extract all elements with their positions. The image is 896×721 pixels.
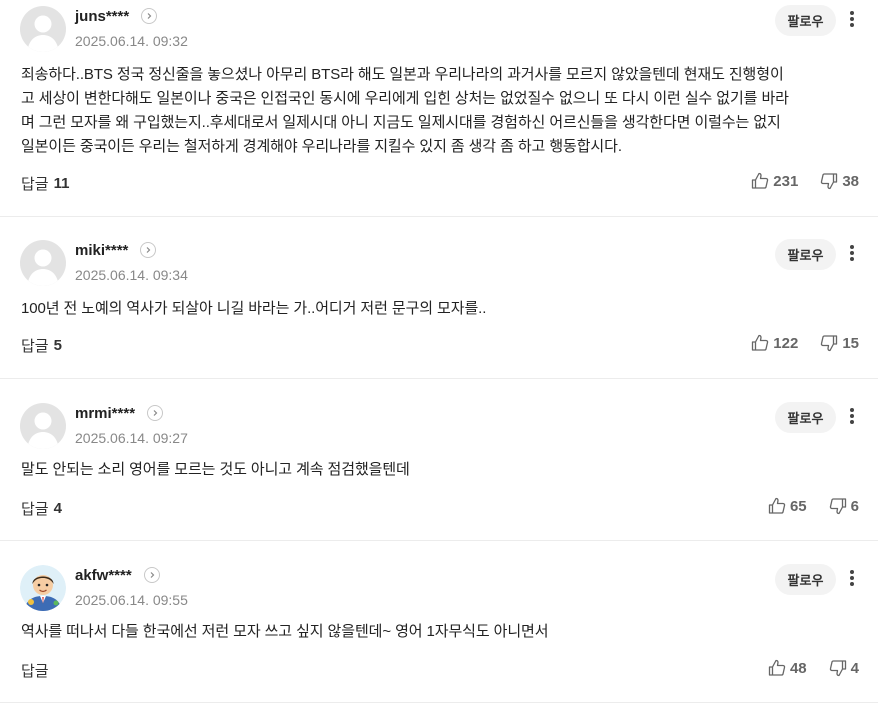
default-avatar-icon[interactable] xyxy=(20,240,66,286)
comment-item: miki**** 2025.06.14. 09:34 팔로우 100년 전 노예… xyxy=(0,234,878,379)
dislike-count: 15 xyxy=(842,334,859,352)
vote-group: 65 6 xyxy=(768,497,859,515)
chevron-right-icon[interactable] xyxy=(143,567,160,583)
thumbs-up-icon xyxy=(752,334,769,351)
like-count: 122 xyxy=(773,334,799,352)
comment-line: 일본이든 중국이든 우리는 철저하게 경계해야 우리나라를 지킬수 있지 좀 생… xyxy=(21,138,622,155)
dislike-count: 38 xyxy=(842,172,859,190)
thumbs-down-icon xyxy=(829,498,846,515)
author-row: mrmi**** xyxy=(75,403,164,423)
username[interactable]: miki**** xyxy=(75,242,128,259)
reply-button[interactable]: 답글 5 xyxy=(21,335,62,356)
dislike-button[interactable]: 6 xyxy=(829,497,859,515)
dislike-count: 4 xyxy=(850,659,859,677)
like-button[interactable]: 231 xyxy=(751,172,798,190)
comment-line: 며 그런 모자를 왜 구입했는지..후세대로서 일제시대 아니 지금도 일제시대… xyxy=(21,114,781,131)
thumbs-down-icon xyxy=(821,173,838,190)
reply-count: 5 xyxy=(53,337,62,354)
chevron-right-icon[interactable] xyxy=(141,8,158,24)
comment-date: 2025.06.14. 09:34 xyxy=(75,267,188,283)
comment-line: 죄송하다..BTS 정국 정신줄을 놓으셨나 아무리 BTS라 해도 일본과 우… xyxy=(21,66,784,83)
author-row: akfw**** xyxy=(75,565,160,585)
thumbs-up-icon xyxy=(768,497,786,514)
default-avatar-icon[interactable] xyxy=(20,6,66,52)
comment-line: 역사를 떠나서 다들 한국에선 저런 모자 쓰고 싶지 않을텐데~ 영어 1자무… xyxy=(21,623,549,640)
follow-button[interactable]: 팔로우 xyxy=(775,564,836,595)
like-button[interactable]: 48 xyxy=(768,659,807,677)
username[interactable]: mrmi**** xyxy=(75,405,135,422)
comment-line: 말도 안되는 소리 영어를 모르는 것도 아니고 계속 점검했을텐데 xyxy=(21,461,410,478)
more-vertical-icon[interactable] xyxy=(846,9,858,29)
comment-date: 2025.06.14. 09:27 xyxy=(75,430,188,446)
more-vertical-icon[interactable] xyxy=(846,406,858,426)
reply-button[interactable]: 답글 4 xyxy=(21,498,62,519)
comment-text: 100년 전 노예의 역사가 되살아 니길 바라는 가..어디거 저런 문구의 … xyxy=(21,297,841,321)
more-vertical-icon[interactable] xyxy=(846,243,858,263)
comment-text: 말도 안되는 소리 영어를 모르는 것도 아니고 계속 점검했을텐데 xyxy=(21,458,841,482)
chevron-right-icon[interactable] xyxy=(140,242,157,258)
comment-date: 2025.06.14. 09:32 xyxy=(75,33,188,49)
like-count: 48 xyxy=(789,659,807,677)
follow-button[interactable]: 팔로우 xyxy=(775,402,836,433)
dislike-button[interactable]: 4 xyxy=(829,659,859,677)
follow-button[interactable]: 팔로우 xyxy=(775,239,836,270)
thumbs-down-icon xyxy=(829,660,846,677)
more-vertical-icon[interactable] xyxy=(846,568,858,588)
comment-line: 고 세상이 변한다해도 일본이나 중국은 인접국인 동시에 우리에게 입힌 상처… xyxy=(21,90,789,107)
thumbs-down-icon xyxy=(821,335,838,352)
like-button[interactable]: 122 xyxy=(751,334,798,352)
like-button[interactable]: 65 xyxy=(768,497,807,515)
like-count: 231 xyxy=(773,172,799,190)
comment-text: 역사를 떠나서 다들 한국에선 저런 모자 쓰고 싶지 않을텐데~ 영어 1자무… xyxy=(21,620,841,644)
reply-label: 답글 xyxy=(21,663,49,680)
reply-count: 11 xyxy=(53,175,70,192)
default-avatar-icon[interactable] xyxy=(20,403,66,449)
vote-group: 231 38 xyxy=(751,172,859,190)
follow-button[interactable]: 팔로우 xyxy=(775,5,836,36)
comment-item: juns**** 2025.06.14. 09:32 팔로우 죄송하다..BTS… xyxy=(0,0,878,217)
reply-label: 답글 xyxy=(21,176,49,193)
username[interactable]: akfw**** xyxy=(75,567,132,584)
comment-date: 2025.06.14. 09:55 xyxy=(75,592,188,608)
dislike-button[interactable]: 15 xyxy=(820,334,859,352)
comment-text: 죄송하다..BTS 정국 정신줄을 놓으셨나 아무리 BTS라 해도 일본과 우… xyxy=(21,63,841,159)
dislike-button[interactable]: 38 xyxy=(820,172,859,190)
reply-button[interactable]: 답글 11 xyxy=(21,173,69,194)
comment-line: 100년 전 노예의 역사가 되살아 니길 바라는 가..어디거 저런 문구의 … xyxy=(21,300,487,317)
vote-group: 48 4 xyxy=(768,659,859,677)
username[interactable]: juns**** xyxy=(75,8,129,25)
thumbs-up-icon xyxy=(752,172,769,189)
cartoon-avatar-icon[interactable] xyxy=(20,565,66,611)
author-row: juns**** xyxy=(75,6,158,26)
reply-count: 4 xyxy=(53,500,62,517)
reply-label: 답글 xyxy=(21,338,49,355)
vote-group: 122 15 xyxy=(751,334,859,352)
thumbs-up-icon xyxy=(768,659,786,676)
reply-button[interactable]: 답글 xyxy=(21,660,54,681)
like-count: 65 xyxy=(789,497,807,515)
comment-item: akfw**** 2025.06.14. 09:55 팔로우 역사를 떠나서 다… xyxy=(0,559,878,703)
reply-label: 답글 xyxy=(21,501,49,518)
author-row: miki**** xyxy=(75,240,157,260)
dislike-count: 6 xyxy=(850,497,859,515)
chevron-right-icon[interactable] xyxy=(147,405,164,421)
comment-item: mrmi**** 2025.06.14. 09:27 팔로우 말도 안되는 소리… xyxy=(0,397,878,541)
